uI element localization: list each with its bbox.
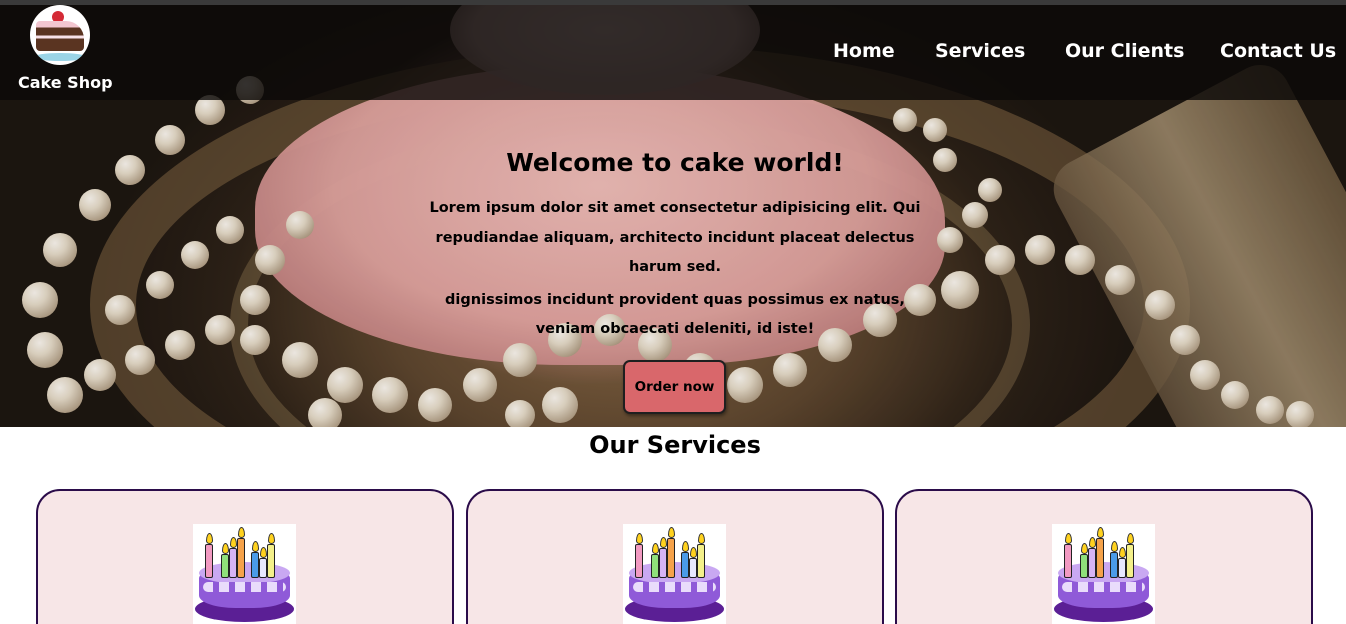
slice-shape bbox=[36, 21, 84, 51]
cake-slice-logo-icon[interactable] bbox=[30, 5, 90, 65]
order-now-button[interactable]: Order now bbox=[623, 360, 726, 414]
flame-shape bbox=[668, 527, 675, 538]
candle-shape bbox=[681, 552, 689, 578]
flame-shape bbox=[652, 543, 659, 554]
candle-shape bbox=[689, 558, 697, 578]
candle-shape bbox=[659, 548, 667, 578]
cake-drip-shape bbox=[1062, 582, 1145, 592]
hero-paragraph-2: dignissimos incidunt provident quas poss… bbox=[445, 291, 905, 338]
flame-shape bbox=[206, 533, 213, 544]
flame-shape bbox=[660, 537, 667, 548]
candle-shape bbox=[221, 554, 229, 578]
birthday-cake-icon bbox=[1052, 524, 1155, 624]
candle-shape bbox=[237, 538, 245, 578]
flame-shape bbox=[1081, 543, 1088, 554]
candle-shape bbox=[1110, 552, 1118, 578]
candle-shape bbox=[259, 558, 267, 578]
flame-shape bbox=[268, 533, 275, 544]
candle-shape bbox=[1080, 554, 1088, 578]
hero-description: Lorem ipsum dolor sit amet consectetur a… bbox=[422, 194, 928, 345]
flame-shape bbox=[260, 547, 267, 558]
flame-shape bbox=[1089, 537, 1096, 548]
candle-shape bbox=[697, 544, 705, 578]
flame-shape bbox=[1119, 547, 1126, 558]
hero-title: Welcome to cake world! bbox=[506, 148, 844, 177]
flame-shape bbox=[252, 541, 259, 552]
brand-name[interactable]: Cake Shop bbox=[18, 73, 113, 92]
nav-link-contact-us[interactable]: Contact Us bbox=[1220, 40, 1336, 62]
cake-drip-shape bbox=[633, 582, 716, 592]
nav-link-home[interactable]: Home bbox=[833, 40, 895, 62]
candle-shape bbox=[1088, 548, 1096, 578]
flame-shape bbox=[222, 543, 229, 554]
candle-shape bbox=[651, 554, 659, 578]
flame-shape bbox=[690, 547, 697, 558]
services-title: Our Services bbox=[589, 431, 761, 459]
candle-shape bbox=[267, 544, 275, 578]
flame-shape bbox=[230, 537, 237, 548]
flame-shape bbox=[1111, 541, 1118, 552]
cake-drip-shape bbox=[203, 582, 286, 592]
candle-shape bbox=[1126, 544, 1134, 578]
flame-shape bbox=[1065, 533, 1072, 544]
flame-shape bbox=[238, 527, 245, 538]
plate-shape bbox=[34, 53, 86, 61]
candle-shape bbox=[229, 548, 237, 578]
candle-shape bbox=[1096, 538, 1104, 578]
birthday-cake-icon bbox=[193, 524, 296, 624]
navbar: Cake Shop Home Services Our Clients Cont… bbox=[0, 5, 1346, 100]
candle-shape bbox=[251, 552, 259, 578]
candle-shape bbox=[205, 544, 213, 578]
candle-shape bbox=[635, 544, 643, 578]
flame-shape bbox=[1097, 527, 1104, 538]
candle-shape bbox=[667, 538, 675, 578]
flame-shape bbox=[636, 533, 643, 544]
flame-shape bbox=[1127, 533, 1134, 544]
candle-shape bbox=[1118, 558, 1126, 578]
flame-shape bbox=[698, 533, 705, 544]
candle-shape bbox=[1064, 544, 1072, 578]
nav-link-services[interactable]: Services bbox=[935, 40, 1025, 62]
nav-link-our-clients[interactable]: Our Clients bbox=[1065, 40, 1184, 62]
flame-shape bbox=[682, 541, 689, 552]
birthday-cake-icon bbox=[623, 524, 726, 624]
hero-paragraph-1: Lorem ipsum dolor sit amet consectetur a… bbox=[429, 200, 921, 275]
